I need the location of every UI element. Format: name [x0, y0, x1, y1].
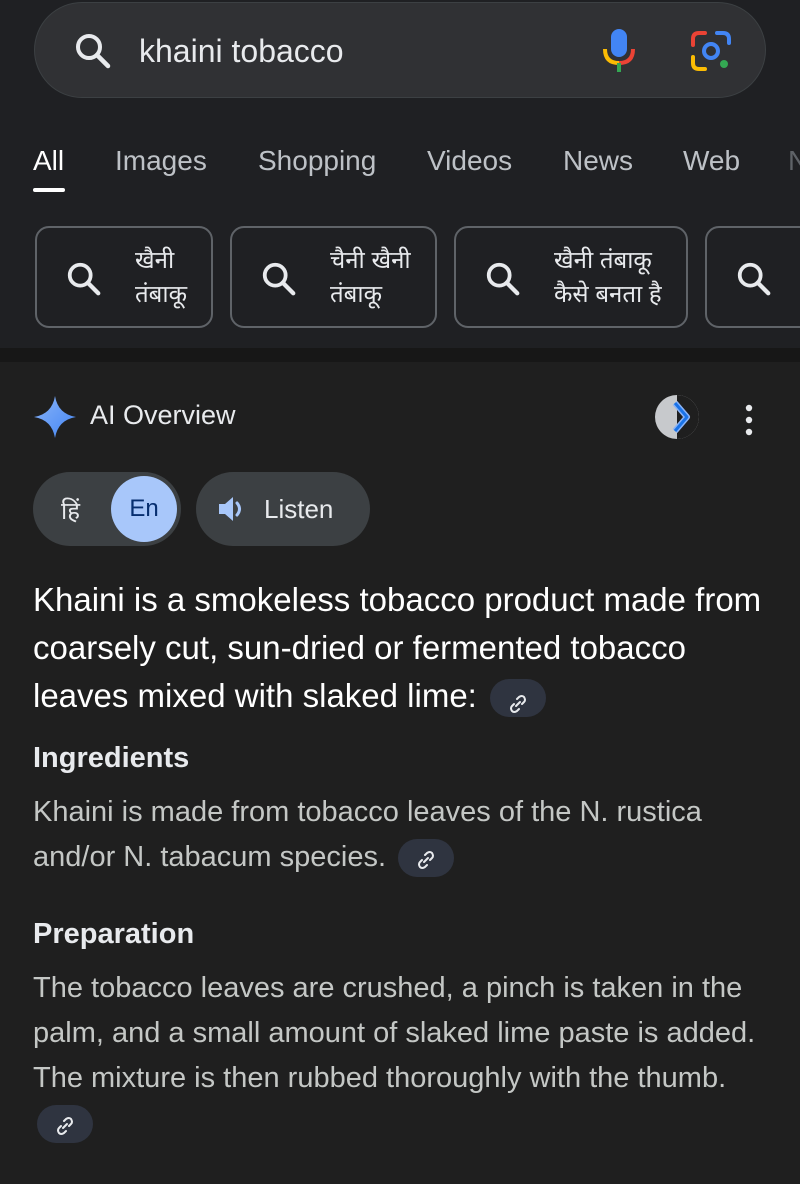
- chip-related-search-4[interactable]: [705, 226, 800, 328]
- preparation-text: The tobacco leaves are crushed, a pinch …: [33, 972, 756, 1094]
- search-icon: [486, 262, 520, 296]
- active-tab-indicator: [33, 188, 65, 192]
- chip-label: खैनी तंबाकू कैसे बनता है: [554, 247, 662, 308]
- source-link-button[interactable]: [490, 679, 547, 718]
- ai-overview-title: AI Overview: [90, 400, 236, 430]
- source-link-button[interactable]: [37, 1105, 93, 1144]
- search-header: khaini tobacco All Images Shopping Video…: [0, 0, 800, 348]
- lens-icon[interactable]: [689, 29, 733, 73]
- tab-web[interactable]: Web: [683, 144, 740, 178]
- section-heading-ingredients: Ingredients: [33, 742, 190, 774]
- language-toggle: हिं En: [33, 472, 181, 546]
- tab-shopping[interactable]: Shopping: [258, 144, 376, 178]
- section-heading-preparation: Preparation: [33, 918, 195, 950]
- chip-label: चैनी खैनी तंबाकू: [330, 247, 411, 308]
- tab-videos[interactable]: Videos: [427, 144, 512, 178]
- search-input[interactable]: khaini tobacco: [139, 33, 344, 69]
- search-icon[interactable]: [73, 31, 113, 71]
- chip-related-search-2[interactable]: चैनी खैनी तंबाकू: [230, 226, 437, 328]
- lang-english-button[interactable]: En: [111, 476, 177, 542]
- chip-label: खैनी तंबाकू: [135, 247, 188, 308]
- tab-images[interactable]: Images: [115, 144, 207, 178]
- source-link-button[interactable]: [398, 839, 455, 878]
- related-search-chips: खैनी तंबाकू चैनी खैनी तंबाकू खैनी तंबाकू…: [0, 226, 800, 328]
- chip-related-search-1[interactable]: खैनी तंबाकू: [35, 226, 213, 328]
- listen-button[interactable]: Listen: [196, 472, 370, 546]
- ingredients-text: Khaini is made from tobacco leaves of th…: [33, 796, 702, 873]
- link-icon: [57, 1117, 73, 1136]
- search-icon: [262, 262, 296, 296]
- link-icon: [510, 695, 527, 714]
- ai-overview-summary: Khaini is a smokeless tobacco product ma…: [33, 576, 773, 720]
- section-divider: [0, 348, 800, 362]
- sparkle-icon: [34, 396, 76, 438]
- search-bar[interactable]: khaini tobacco: [34, 2, 766, 98]
- ai-overview-panel: AI Overview हिं En Listen Khaini is a sm…: [0, 362, 800, 1184]
- section-body-ingredients: Khaini is made from tobacco leaves of th…: [33, 790, 773, 880]
- listen-label: Listen: [264, 494, 334, 524]
- search-icon: [67, 262, 101, 296]
- search-icon: [737, 262, 771, 296]
- link-icon: [418, 851, 435, 870]
- speaker-icon: [219, 497, 241, 521]
- tab-overflow[interactable]: N: [788, 144, 800, 178]
- lang-hindi-button[interactable]: हिं: [61, 494, 80, 527]
- more-vert-icon[interactable]: [735, 402, 763, 438]
- chip-related-search-3[interactable]: खैनी तंबाकू कैसे बनता है: [454, 226, 688, 328]
- tab-news[interactable]: News: [563, 144, 633, 178]
- mic-icon[interactable]: [597, 27, 641, 75]
- search-tabs: All Images Shopping Videos News Web N: [0, 138, 800, 194]
- section-body-preparation: The tobacco leaves are crushed, a pinch …: [33, 966, 773, 1146]
- summary-text: Khaini is a smokeless tobacco product ma…: [33, 581, 762, 714]
- source-favicon[interactable]: [655, 395, 699, 439]
- tab-all[interactable]: All: [33, 144, 64, 178]
